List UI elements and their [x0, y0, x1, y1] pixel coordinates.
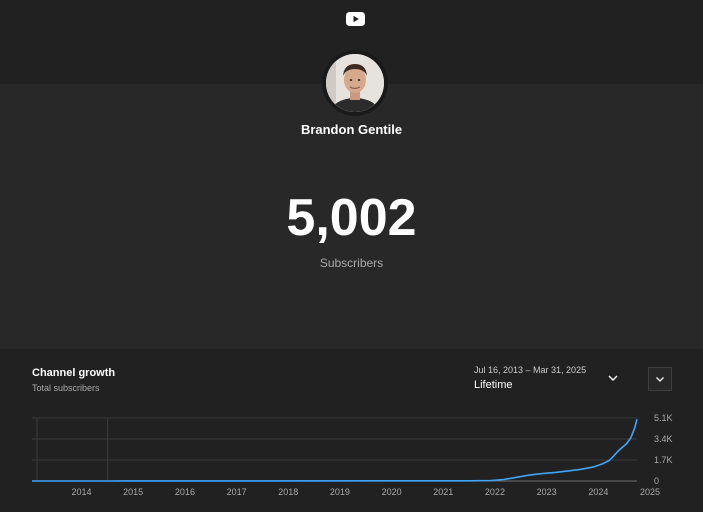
avatar[interactable] [326, 54, 384, 112]
chevron-down-icon[interactable] [607, 374, 619, 382]
x-tick-label: 2022 [485, 487, 505, 497]
panel-menu-button[interactable] [648, 367, 672, 391]
y-tick-label: 0 [654, 476, 659, 486]
panel-title: Channel growth [32, 367, 116, 379]
subscriber-label: Subscribers [319, 256, 384, 270]
subscriber-count: 5,002 [286, 189, 417, 247]
y-tick-label: 1.7K [654, 455, 673, 465]
youtube-play-icon[interactable] [346, 12, 365, 26]
y-tick-label: 5.1K [654, 413, 673, 423]
growth-chart: 0 1.7K 3.4K 5.1K 2014 2015 2016 2017 2018 2019 202… [32, 413, 673, 497]
panel-subtitle: Total subscribers [32, 383, 100, 393]
y-tick-label: 3.4K [654, 434, 673, 444]
x-tick-label: 2025 [640, 487, 660, 497]
chevron-down-icon [656, 377, 664, 382]
range-label[interactable]: Lifetime [474, 379, 513, 391]
x-tick-label: 2015 [123, 487, 143, 497]
avatar-photo-icon [326, 54, 384, 112]
x-tick-label: 2024 [588, 487, 608, 497]
x-tick-label: 2016 [175, 487, 195, 497]
channel-name: Brandon Gentile [300, 122, 403, 137]
x-tick-label: 2020 [382, 487, 402, 497]
x-tick-label: 2021 [433, 487, 453, 497]
x-tick-label: 2014 [72, 487, 92, 497]
x-tick-label: 2019 [330, 487, 350, 497]
x-tick-label: 2023 [537, 487, 557, 497]
x-tick-label: 2017 [227, 487, 247, 497]
series-line [32, 418, 638, 482]
x-tick-label: 2018 [278, 487, 298, 497]
date-range[interactable]: Jul 16, 2013 – Mar 31, 2025 [474, 365, 586, 375]
